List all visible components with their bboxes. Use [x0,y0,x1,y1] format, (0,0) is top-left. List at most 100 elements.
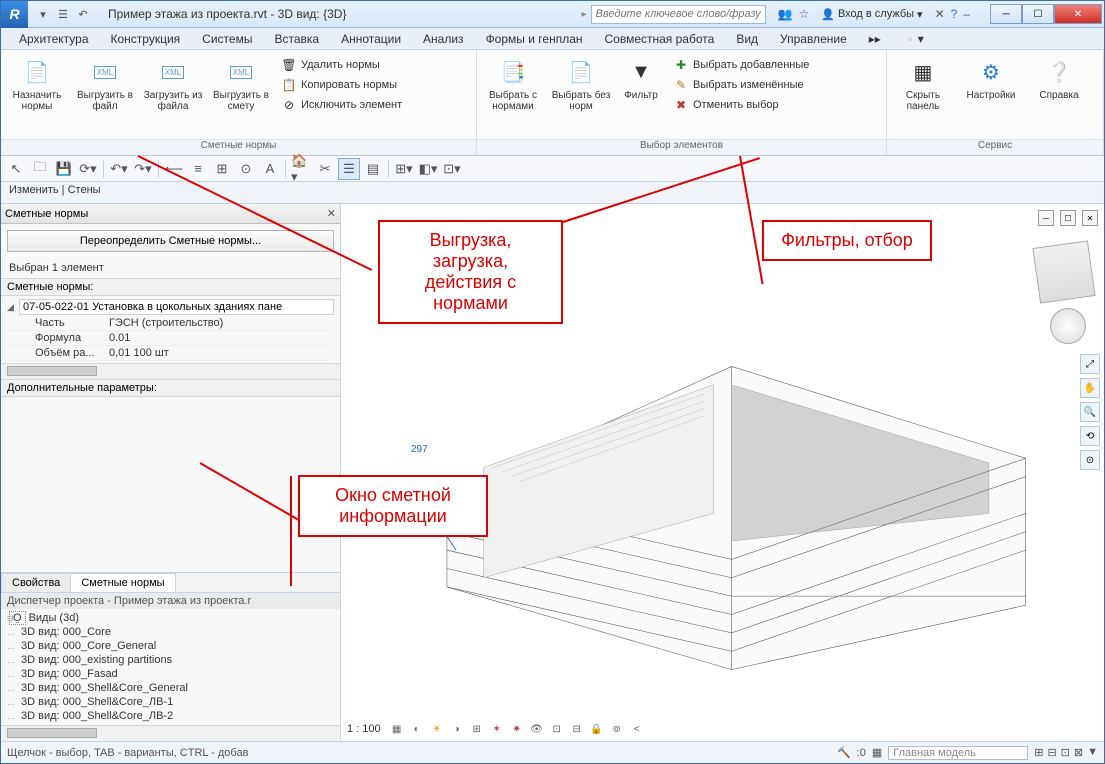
horizontal-scrollbar[interactable] [1,363,340,379]
stat-filter-icon[interactable]: ▼ [1087,746,1098,759]
select-added-button[interactable]: ✚Выбрать добавленные [671,56,811,74]
qtb-tag-icon[interactable]: ⊙ [235,158,257,180]
menu-view[interactable]: Вид [726,30,768,48]
vp-close-icon[interactable]: ✕ [1082,210,1098,226]
copy-norms-button[interactable]: 📋Копировать нормы [279,76,404,94]
norm-code-field[interactable]: 07-05-022-01 Установка в цокольных здани… [19,299,334,315]
vp-render-icon[interactable]: ⊞ [469,721,485,737]
vp-constraint-icon[interactable]: 🔒 [589,721,605,737]
assign-norms-button[interactable]: 📄 Назначить нормы [7,54,67,135]
stat-icon[interactable]: ⊞ [1034,746,1043,759]
tree-item[interactable]: 3D вид: 000_Shell&Core_ЛВ-2 [7,709,334,723]
vp-analyt-icon[interactable]: ⊚ [609,721,625,737]
status-model-select[interactable]: Главная модель [888,746,1028,760]
vp-style-icon[interactable]: ◐ [409,721,425,737]
select-without-button[interactable]: 📄 Выбрать без норм [551,54,611,135]
qtb-close-views-icon[interactable]: ▤ [362,158,384,180]
browser-scrollbar[interactable] [1,725,340,741]
vp-sun-icon[interactable]: ☀ [429,721,445,737]
menu-analysis[interactable]: Анализ [413,30,474,48]
qtb-open-icon[interactable]: 🗀 [29,158,51,180]
qtb-render-icon[interactable]: ◧▾ [417,158,439,180]
tab-properties[interactable]: Свойства [1,573,71,592]
vp-min-icon[interactable]: ─ [1038,210,1054,226]
override-norms-button[interactable]: Переопределить Сметные нормы... [7,230,334,252]
qtb-more-icon[interactable]: ⊡▾ [441,158,463,180]
menu-collab[interactable]: Совместная работа [595,30,725,48]
qtb-dim-icon[interactable]: ⊞ [211,158,233,180]
vp-hide-icon[interactable]: 👁 [529,721,545,737]
minimize-button[interactable]: ─ [990,4,1022,24]
delete-norms-button[interactable]: 🗑Удалить нормы [279,56,404,74]
qtb-switch-icon[interactable]: ⊞▾ [393,158,415,180]
help-icon[interactable]: ? [951,7,958,21]
qtb-sync-icon[interactable]: ⟳▾ [77,158,99,180]
scale-label[interactable]: 1 : 100 [347,723,381,735]
status-tool-icon[interactable]: 🔨 [837,746,851,759]
tree-item[interactable]: 3D вид: 000_Shell&Core_ЛВ-1 [7,695,334,709]
menu-annot[interactable]: Аннотации [331,30,411,48]
vp-reveal-icon[interactable]: ⊟ [569,721,585,737]
tree-item[interactable]: 3D вид: 000_Core [7,625,334,639]
qtb-thin-lines-icon[interactable]: ☰ [338,158,360,180]
menu-manage[interactable]: Управление [770,30,857,48]
filter-button[interactable]: ▼ Фильтр [619,54,663,135]
help-button[interactable]: ❔ Справка [1029,54,1089,135]
vp-tool-icon[interactable]: ⊙ [1080,450,1100,470]
tree-item[interactable]: 3D вид: 000_Fasad [7,667,334,681]
export-file-button[interactable]: XML Выгрузить в файл [75,54,135,135]
nav-wheel-icon[interactable] [1050,308,1086,344]
menu-insert[interactable]: Вставка [264,30,329,48]
search-input[interactable] [591,5,766,24]
qat-undo-icon[interactable]: ↶ [74,5,92,23]
vp-max-icon[interactable]: ☐ [1060,210,1076,226]
vp-chevron-icon[interactable]: < [629,721,645,737]
panel-close-icon[interactable]: ✕ [327,207,336,220]
qat-open-icon[interactable]: ▾ [34,5,52,23]
vp-tool-icon[interactable]: ✋ [1080,378,1100,398]
stat-icon[interactable]: ⊡ [1061,746,1070,759]
qtb-save-icon[interactable]: 💾 [53,158,75,180]
close-button[interactable]: ✕ [1054,4,1102,24]
menu-systems[interactable]: Системы [192,30,262,48]
export-estimate-button[interactable]: XML Выгрузить в смету [211,54,271,135]
maximize-button[interactable]: ☐ [1022,4,1054,24]
menu-mass[interactable]: Формы и генплан [476,30,593,48]
vp-crop2-icon[interactable]: ✷ [509,721,525,737]
qat-save-icon[interactable]: ☰ [54,5,72,23]
norm-row[interactable]: ◢ 07-05-022-01 Установка в цокольных зда… [5,298,336,316]
app-logo[interactable]: R [1,1,28,28]
menu-more-icon[interactable]: ▸▸ [859,30,891,48]
menu-box-icon[interactable]: ▫️▾ [893,30,934,48]
qtb-text-icon[interactable]: A [259,158,281,180]
star-icon[interactable]: ☆ [798,7,809,21]
hide-panel-button[interactable]: ▦ Скрыть панель [893,54,953,135]
tree-item[interactable]: 3D вид: 000_Shell&Core_General [7,681,334,695]
qtb-modify-icon[interactable]: ↖ [5,158,27,180]
select-with-button[interactable]: 📑 Выбрать с нормами [483,54,543,135]
menu-arch[interactable]: Архитектура [9,30,99,48]
toolbar-min-icon[interactable]: – [963,7,970,21]
vp-detail-icon[interactable]: ▦ [389,721,405,737]
select-changed-button[interactable]: ✎Выбрать изменённые [671,76,811,94]
qtb-align-icon[interactable]: ≡ [187,158,209,180]
vp-tool-icon[interactable]: 🔍 [1080,402,1100,422]
tree-toggle-icon[interactable]: ◢ [7,302,19,313]
vp-crop-icon[interactable]: ✶ [489,721,505,737]
menu-struct[interactable]: Конструкция [101,30,191,48]
vp-tool-icon[interactable]: ⤢ [1080,354,1100,374]
tree-item[interactable]: 3D вид: 000_existing partitions [7,653,334,667]
stat-icon[interactable]: ⊠ [1074,746,1083,759]
exclude-element-button[interactable]: ⊘Исключить элемент [279,96,404,114]
qtb-3d-icon[interactable]: 🏠▾ [290,158,312,180]
stat-icon[interactable]: ⊟ [1047,746,1056,759]
vp-tool-icon[interactable]: ⟲ [1080,426,1100,446]
qtb-section-icon[interactable]: ✂ [314,158,336,180]
import-file-button[interactable]: XML Загрузить из файла [143,54,203,135]
login-link[interactable]: 👤 Вход в службы ▾ [821,8,922,21]
tab-norms[interactable]: Сметные нормы [70,573,175,592]
qtb-undo-icon[interactable]: ↶▾ [108,158,130,180]
tree-root[interactable]: O̤Виды (3d) [7,611,334,625]
tree-item[interactable]: 3D вид: 000_Core_General [7,639,334,653]
search-caret-icon[interactable]: ▸ [582,9,587,20]
